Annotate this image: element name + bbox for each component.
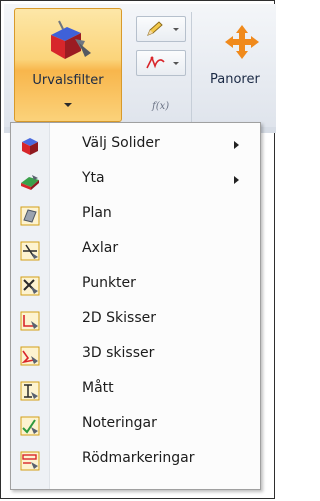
menu-item-label: Rödmarkeringar [82, 450, 195, 466]
menu-item-plan[interactable]: Plan [12, 198, 259, 232]
menu-item-rodmarkeringar[interactable]: Rödmarkeringar [12, 443, 259, 477]
sketch-curve-icon [146, 56, 165, 69]
plane-icon [20, 206, 40, 226]
menu-item-valj-solider[interactable]: Välj Solider [12, 128, 259, 162]
solid-cube-icon [22, 138, 38, 155]
menu-item-label: Punkter [82, 275, 136, 291]
redline-icon [20, 451, 40, 471]
submenu-arrow-icon [234, 176, 239, 184]
selection-filter-cube-icon [51, 20, 91, 59]
surface-icon [21, 175, 39, 190]
menu-item-2d-skisser[interactable]: 2D Skisser [12, 303, 259, 337]
axis-icon [20, 241, 40, 261]
menu-item-axlar[interactable]: Axlar [12, 233, 259, 267]
menu-item-noteringar[interactable]: Noteringar [12, 408, 259, 442]
pan-arrows-icon [225, 25, 259, 59]
sketch-button[interactable] [136, 50, 186, 76]
menu-item-label: Axlar [82, 240, 119, 256]
menu-item-label: 3D skisser [82, 345, 155, 361]
pencil-icon [147, 21, 163, 36]
sketch-2d-icon [20, 311, 40, 331]
menu-item-punkter[interactable]: Punkter [12, 268, 259, 302]
submenu-arrow-icon [234, 141, 239, 149]
ribbon-separator [191, 12, 192, 122]
ribbon-panel: Urvalsfilter f(x) Panorer [4, 4, 276, 128]
annotation-icon [20, 416, 40, 436]
menu-item-label: Plan [82, 205, 112, 221]
selection-filter-menu: Välj Solider Yta Plan Axlar Punkter 2D S… [10, 122, 261, 490]
window-frame: Urvalsfilter f(x) Panorer Välj Solider Y… [0, 0, 276, 499]
pan-label: Panorer [210, 72, 260, 87]
dropdown-arrow-icon [173, 62, 179, 65]
menu-item-yta[interactable]: Yta [12, 163, 259, 197]
point-icon [20, 276, 40, 296]
menu-item-matt[interactable]: Mått [12, 373, 259, 407]
sketch-3d-icon [20, 346, 40, 366]
selection-filter-button[interactable]: Urvalsfilter [14, 8, 122, 122]
menu-item-3d-skisser[interactable]: 3D skisser [12, 338, 259, 372]
menu-item-label: Noteringar [82, 415, 157, 431]
pan-button[interactable]: Panorer [204, 8, 279, 122]
dimension-icon [20, 381, 40, 401]
selection-filter-label: Urvalsfilter [32, 73, 104, 88]
menu-item-label: Mått [82, 380, 114, 396]
dropdown-arrow-icon [173, 28, 179, 31]
fx-group-label: f(x) [152, 101, 170, 112]
menu-item-label: Välj Solider [82, 135, 160, 151]
menu-item-label: Yta [82, 170, 105, 186]
dropdown-arrow-icon [64, 103, 72, 107]
menu-item-label: 2D Skisser [82, 310, 156, 326]
pencil-button[interactable] [136, 16, 186, 42]
